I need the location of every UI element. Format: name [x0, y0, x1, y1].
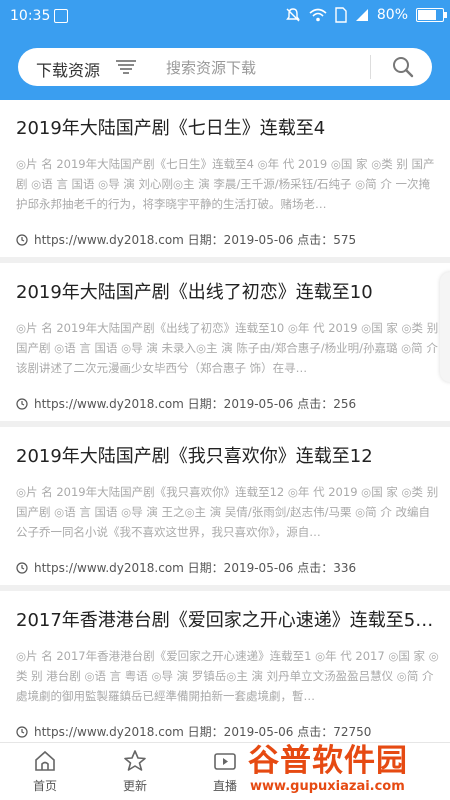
article-meta-text: https://www.dy2018.com 日期：2019-05-06 点击：…	[34, 233, 357, 247]
star-icon	[124, 750, 146, 771]
article-meta: https://www.dy2018.com 日期：2019-05-06 点击：…	[16, 559, 356, 576]
list-item[interactable]: 2019年大陆国产剧《出线了初恋》连载至10 ◎片 名 2019年大陆国产剧《出…	[0, 264, 450, 427]
mute-bell-icon	[285, 8, 300, 22]
article-description: ◎片 名 2019年大陆国产剧《七日生》连载至4 ◎年 代 2019 ◎国 家 …	[16, 157, 435, 211]
dropdown-icon[interactable]	[116, 60, 136, 76]
watermark-title: 谷普软件园	[248, 743, 408, 779]
tab-home-label: 首页	[32, 779, 57, 793]
status-bar: 10:35 80%	[0, 0, 450, 34]
article-meta-text: https://www.dy2018.com 日期：2019-05-06 点击：…	[34, 397, 357, 411]
article-title[interactable]: 2019年大陆国产剧《出线了初恋》连载至10	[16, 278, 440, 304]
watermark-url: www.gupuxiazai.com	[250, 779, 405, 794]
tab-live[interactable]: 直播	[195, 749, 255, 794]
article-meta: https://www.dy2018.com 日期：2019-05-06 点击：…	[16, 395, 356, 412]
clock-icon	[16, 725, 28, 738]
tab-update[interactable]: 更新	[105, 749, 165, 794]
tab-update-label: 更新	[122, 779, 147, 793]
battery-level	[418, 10, 437, 20]
article-description: ◎片 名 2019年大陆国产剧《我只喜欢你》连载至12 ◎年 代 2019 ◎国…	[16, 485, 439, 539]
article-title[interactable]: 2019年大陆国产剧《七日生》连载至4	[16, 114, 440, 140]
sim-icon	[335, 7, 347, 23]
watermark-logo: 谷普软件园 www.gupuxiazai.com	[248, 735, 450, 797]
status-time: 10:35	[10, 8, 51, 24]
list-item[interactable]: 2019年大陆国产剧《七日生》连载至4 ◎片 名 2019年大陆国产剧《七日生》…	[0, 100, 450, 263]
article-meta: https://www.dy2018.com 日期：2019-05-06 点击：…	[16, 231, 356, 248]
battery-percent: 80%	[376, 7, 408, 23]
signal-icon	[355, 9, 368, 21]
search-header: 下载资源 搜索资源下载	[0, 34, 450, 100]
tab-home[interactable]: 首页	[15, 749, 75, 794]
home-icon	[35, 750, 55, 771]
article-description: ◎片 名 2017年香港港台剧《爱回家之开心速递》连载至1 ◎年 代 2017 …	[16, 649, 439, 703]
clock-icon	[16, 561, 28, 574]
article-title[interactable]: 2019年大陆国产剧《我只喜欢你》连载至12	[16, 442, 440, 468]
tab-live-label: 直播	[212, 779, 237, 793]
article-meta-text: https://www.dy2018.com 日期：2019-05-06 点击：…	[34, 561, 357, 575]
search-icon[interactable]	[392, 56, 414, 78]
article-title[interactable]: 2017年香港港台剧《爱回家之开心速递》连载至5…	[16, 606, 440, 632]
search-bar: 下载资源 搜索资源下载	[18, 48, 432, 86]
battery-icon	[416, 8, 447, 22]
article-description: ◎片 名 2019年大陆国产剧《出线了初恋》连载至10 ◎年 代 2019 ◎国…	[16, 321, 439, 375]
video-icon	[214, 753, 236, 770]
clock-icon	[16, 233, 28, 246]
search-divider	[370, 55, 371, 79]
search-input[interactable]: 搜索资源下载	[166, 57, 256, 78]
list-item[interactable]: 2017年香港港台剧《爱回家之开心速递》连载至5… ◎片 名 2017年香港港台…	[0, 592, 450, 742]
notification-icon	[54, 9, 68, 23]
floating-scroll-handle[interactable]	[440, 272, 450, 382]
clock-icon	[16, 397, 28, 410]
list-item[interactable]: 2019年大陆国产剧《我只喜欢你》连载至12 ◎片 名 2019年大陆国产剧《我…	[0, 428, 450, 591]
article-list: 2019年大陆国产剧《七日生》连载至4 ◎片 名 2019年大陆国产剧《七日生》…	[0, 100, 450, 742]
status-indicators: 80%	[285, 7, 447, 23]
wifi-icon	[309, 8, 327, 22]
search-category-select[interactable]: 下载资源	[36, 57, 100, 81]
